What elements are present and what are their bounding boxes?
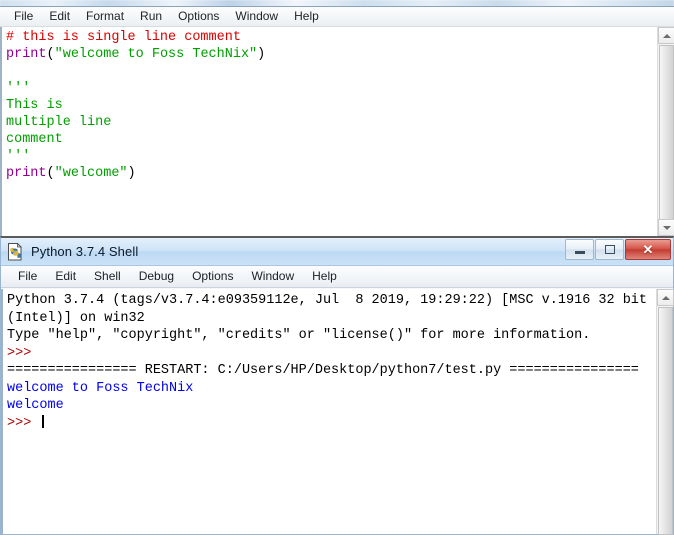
shell-menu-options[interactable]: Options [183,266,242,287]
shell-menu-window[interactable]: Window [242,266,303,287]
shell-output-line: ================ RESTART: C:/Users/HP/De… [7,362,656,380]
maximize-button[interactable] [595,239,624,260]
code-line: This is [6,97,657,114]
shell-output-line-segment: >>> [7,345,32,361]
code-line-segment: "welcome" [54,166,128,181]
minimize-button[interactable] [565,239,594,260]
code-line-segment: ) [127,166,136,181]
maximize-icon [604,245,615,254]
code-editor-area[interactable]: # this is single line comment print("welc… [2,27,657,236]
code-line: ''' [6,80,657,97]
code-line: comment [6,131,657,148]
code-line-segment: ) [257,47,266,62]
shell-output-line: welcome to Foss TechNix [7,380,656,398]
code-line-segment: This is [6,98,63,113]
editor-menu-window[interactable]: Window [227,7,286,26]
editor-body: # this is single line comment print("welc… [0,27,674,236]
code-line: # this is single line comment [6,29,657,46]
shell-output-line-segment: >>> [7,415,40,431]
editor-menu-edit[interactable]: Edit [41,7,78,26]
code-line-segment: "welcome to Foss TechNix" [54,47,258,62]
shell-output-line-segment: Python 3.7.4 (tags/v3.7.4:e09359112e, Ju… [7,293,648,308]
shell-output-line-segment: welcome [7,398,64,413]
shell-titlebar[interactable]: Python 3.7.4 Shell ✕ [1,238,673,266]
code-line-segment: ''' [6,149,31,164]
window-controls: ✕ [564,239,671,260]
idle-editor-window: File Edit Format Run Options Window Help # thi… [0,6,674,236]
arrow-up-icon [661,295,670,300]
shell-menu-shell[interactable]: Shell [85,266,130,287]
arrow-up-icon [662,33,671,38]
code-line: ''' [6,148,657,165]
shell-output-line-segment: welcome to Foss TechNix [7,380,194,396]
shell-vertical-scrollbar[interactable] [656,289,674,535]
shell-output-line: welcome [7,397,656,415]
shell-scroll-up-button[interactable] [657,289,674,306]
editor-menu-file[interactable]: File [6,7,41,26]
shell-menu-help[interactable]: Help [303,266,346,287]
shell-menu-file[interactable]: File [9,266,46,287]
shell-output-line-segment: (Intel)] on win32 [7,310,145,326]
code-line: print("welcome to Foss TechNix") [6,46,657,63]
code-line-segment: print [6,166,47,181]
shell-output-line-segment: ================ RESTART: C:/Users/HP/De… [7,363,639,378]
shell-body: Python 3.7.4 (tags/v3.7.4:e09359112e, Ju… [1,289,674,535]
editor-scroll-thumb[interactable] [659,45,674,233]
code-line: print("welcome") [6,165,657,182]
shell-menubar: File Edit Shell Debug Options Window Help [1,266,673,288]
editor-scroll-down-button[interactable] [658,219,674,236]
shell-output-line: >>> [7,414,656,433]
shell-output-line: (Intel)] on win32 [7,310,656,328]
shell-scroll-thumb[interactable] [658,307,673,535]
editor-menu-run[interactable]: Run [132,7,170,26]
editor-menubar: File Edit Format Run Options Window Help [0,7,674,27]
minimize-icon [574,251,585,254]
editor-scroll-up-button[interactable] [658,27,674,44]
shell-window-title: Python 3.7.4 Shell [31,244,139,259]
shell-output-area[interactable]: Python 3.7.4 (tags/v3.7.4:e09359112e, Ju… [3,289,656,534]
code-line-segment: ''' [6,81,31,96]
python-file-icon [8,242,22,260]
code-line-segment: ( [46,166,55,181]
code-line-segment: comment [6,132,63,147]
close-icon: ✕ [642,242,654,257]
editor-vertical-scrollbar[interactable] [657,27,674,236]
code-line: multiple line [6,114,657,131]
shell-menu-edit[interactable]: Edit [46,266,85,287]
shell-menu-debug[interactable]: Debug [130,266,183,287]
shell-output-line: Python 3.7.4 (tags/v3.7.4:e09359112e, Ju… [7,292,656,310]
close-button[interactable]: ✕ [625,239,671,260]
code-line-segment: multiple line [6,115,112,130]
code-line-segment: ( [46,47,55,62]
screen-root: File Edit Format Run Options Window Help # thi… [0,0,674,535]
code-line-segment: # this is single line comment [6,30,241,45]
editor-menu-format[interactable]: Format [78,7,132,26]
shell-output-line: >>> [7,345,656,363]
shell-output-line: Type "help", "copyright", "credits" or "… [7,327,656,345]
editor-menu-help[interactable]: Help [286,7,327,26]
text-caret [42,414,45,428]
python-shell-window: Python 3.7.4 Shell ✕ File Edit Shell Debug O… [0,236,674,535]
editor-menu-options[interactable]: Options [170,7,227,26]
arrow-down-icon [662,225,671,230]
code-line-segment: print [6,47,47,62]
shell-output-line-segment: Type "help", "copyright", "credits" or "… [7,328,591,343]
